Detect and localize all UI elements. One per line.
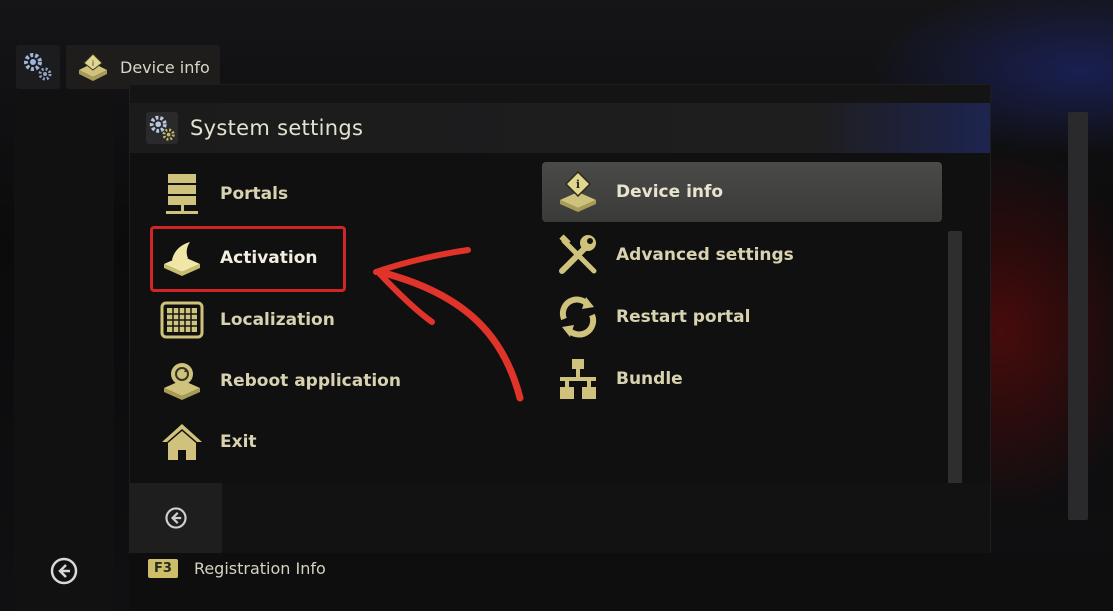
device-info-icon: i (556, 170, 600, 214)
system-settings-dialog: System settings Portals Activation Local… (130, 85, 990, 553)
menu-label: Device info (616, 182, 724, 202)
back-button[interactable] (14, 535, 114, 607)
network-icon (556, 357, 600, 401)
keyboard-icon (160, 298, 204, 342)
activation-icon (160, 236, 204, 280)
dialog-header: System settings (130, 103, 990, 153)
settings-crumb[interactable] (16, 45, 60, 89)
menu-item-portals[interactable]: Portals (152, 165, 352, 223)
menu-item-bundle[interactable]: Bundle (542, 349, 942, 409)
menu-item-restart-portal[interactable]: Restart portal (542, 287, 942, 347)
menu-item-reboot-application[interactable]: Reboot application (152, 352, 412, 410)
svg-text:i: i (92, 59, 94, 68)
tools-icon (556, 233, 600, 277)
refresh-icon (556, 295, 600, 339)
registration-info-hint[interactable]: F3 Registration Info (148, 559, 326, 578)
dialog-footer (130, 483, 990, 553)
menu-label: Exit (220, 432, 257, 452)
dialog-back-button[interactable] (130, 483, 222, 553)
left-panel (14, 90, 114, 611)
menu-item-advanced-settings[interactable]: Advanced settings (542, 225, 942, 285)
back-arrow-icon (165, 507, 187, 529)
breadcrumb-label: Device info (120, 57, 210, 77)
reboot-icon (160, 359, 204, 403)
bottom-hint-bar: F3 Registration Info (130, 553, 1113, 611)
device-info-icon: i (79, 53, 107, 81)
menu-item-device-info[interactable]: i Device info (542, 162, 942, 222)
dialog-title-text: System settings (190, 116, 364, 140)
dialog-title: System settings (146, 109, 363, 147)
menu-label: Activation (220, 248, 318, 268)
menu-label: Advanced settings (616, 245, 794, 265)
outer-scrollbar[interactable] (1068, 112, 1088, 520)
home-icon (160, 420, 204, 464)
server-icon (160, 172, 204, 216)
menu-label: Bundle (616, 369, 683, 389)
menu-item-exit[interactable]: Exit (152, 413, 352, 471)
registration-info-label: Registration Info (193, 559, 326, 578)
f3-key-badge: F3 (148, 559, 178, 578)
gears-icon (24, 53, 52, 81)
menu-label: Portals (220, 184, 289, 204)
breadcrumb-device-info[interactable]: i Device info (66, 45, 220, 89)
dialog-body: Portals Activation Localization Reboot a… (130, 153, 990, 543)
menu-label: Localization (220, 310, 335, 330)
menu-item-activation[interactable]: Activation (152, 229, 352, 287)
menu-label: Reboot application (220, 371, 401, 391)
gears-icon (146, 112, 178, 144)
svg-text:i: i (576, 178, 580, 191)
menu-label: Restart portal (616, 307, 751, 327)
menu-item-localization[interactable]: Localization (152, 291, 352, 349)
back-arrow-icon (50, 557, 78, 585)
